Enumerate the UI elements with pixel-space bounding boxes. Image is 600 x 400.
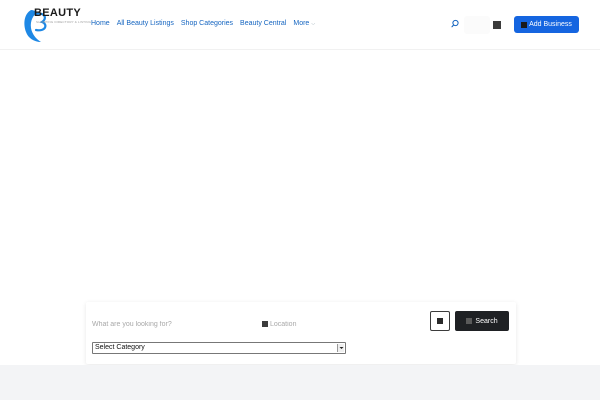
footer-strip (0, 365, 600, 400)
main-nav: Home All Beauty Listings Shop Categories… (91, 19, 315, 29)
site-header: BEAUTY SHOPPING DIRECTORY & LISTING Home… (0, 0, 600, 50)
logo[interactable]: BEAUTY SHOPPING DIRECTORY & LISTING (22, 6, 91, 46)
nav-item-home[interactable]: Home (91, 19, 110, 29)
square-icon[interactable] (493, 21, 501, 29)
nav-item-shop-categories[interactable]: Shop Categories (181, 19, 233, 29)
locate-me-button[interactable] (430, 311, 450, 331)
search-form: Search Select Category (86, 302, 516, 364)
nav-item-beauty-central[interactable]: Beauty Central (240, 19, 286, 29)
select-arrow-icon (337, 344, 344, 352)
chevron-down-icon: ⌵ (311, 21, 316, 27)
location-input[interactable] (270, 318, 370, 330)
add-business-label: Add Business (529, 21, 572, 28)
plus-icon (521, 21, 528, 28)
nav-item-all-beauty-listings[interactable]: All Beauty Listings (117, 19, 174, 29)
category-select[interactable]: Select Category (92, 342, 346, 354)
category-select-value: Select Category (95, 344, 145, 351)
keyword-search-input[interactable] (92, 318, 252, 330)
nav-item-more-label: More (293, 20, 310, 27)
locate-icon (437, 318, 443, 324)
logo-tagline: SHOPPING DIRECTORY & LISTING (36, 20, 92, 24)
logo-wordmark: BEAUTY (34, 7, 82, 19)
search-button-label: Search (475, 317, 498, 325)
search-button-icon (466, 318, 473, 324)
search-icon[interactable] (450, 19, 460, 29)
location-icon (262, 321, 268, 327)
nav-item-more[interactable]: More ⌵ (293, 19, 315, 29)
account-placeholder[interactable] (464, 16, 490, 34)
add-business-button[interactable]: Add Business (514, 16, 579, 33)
search-button[interactable]: Search (455, 311, 509, 331)
